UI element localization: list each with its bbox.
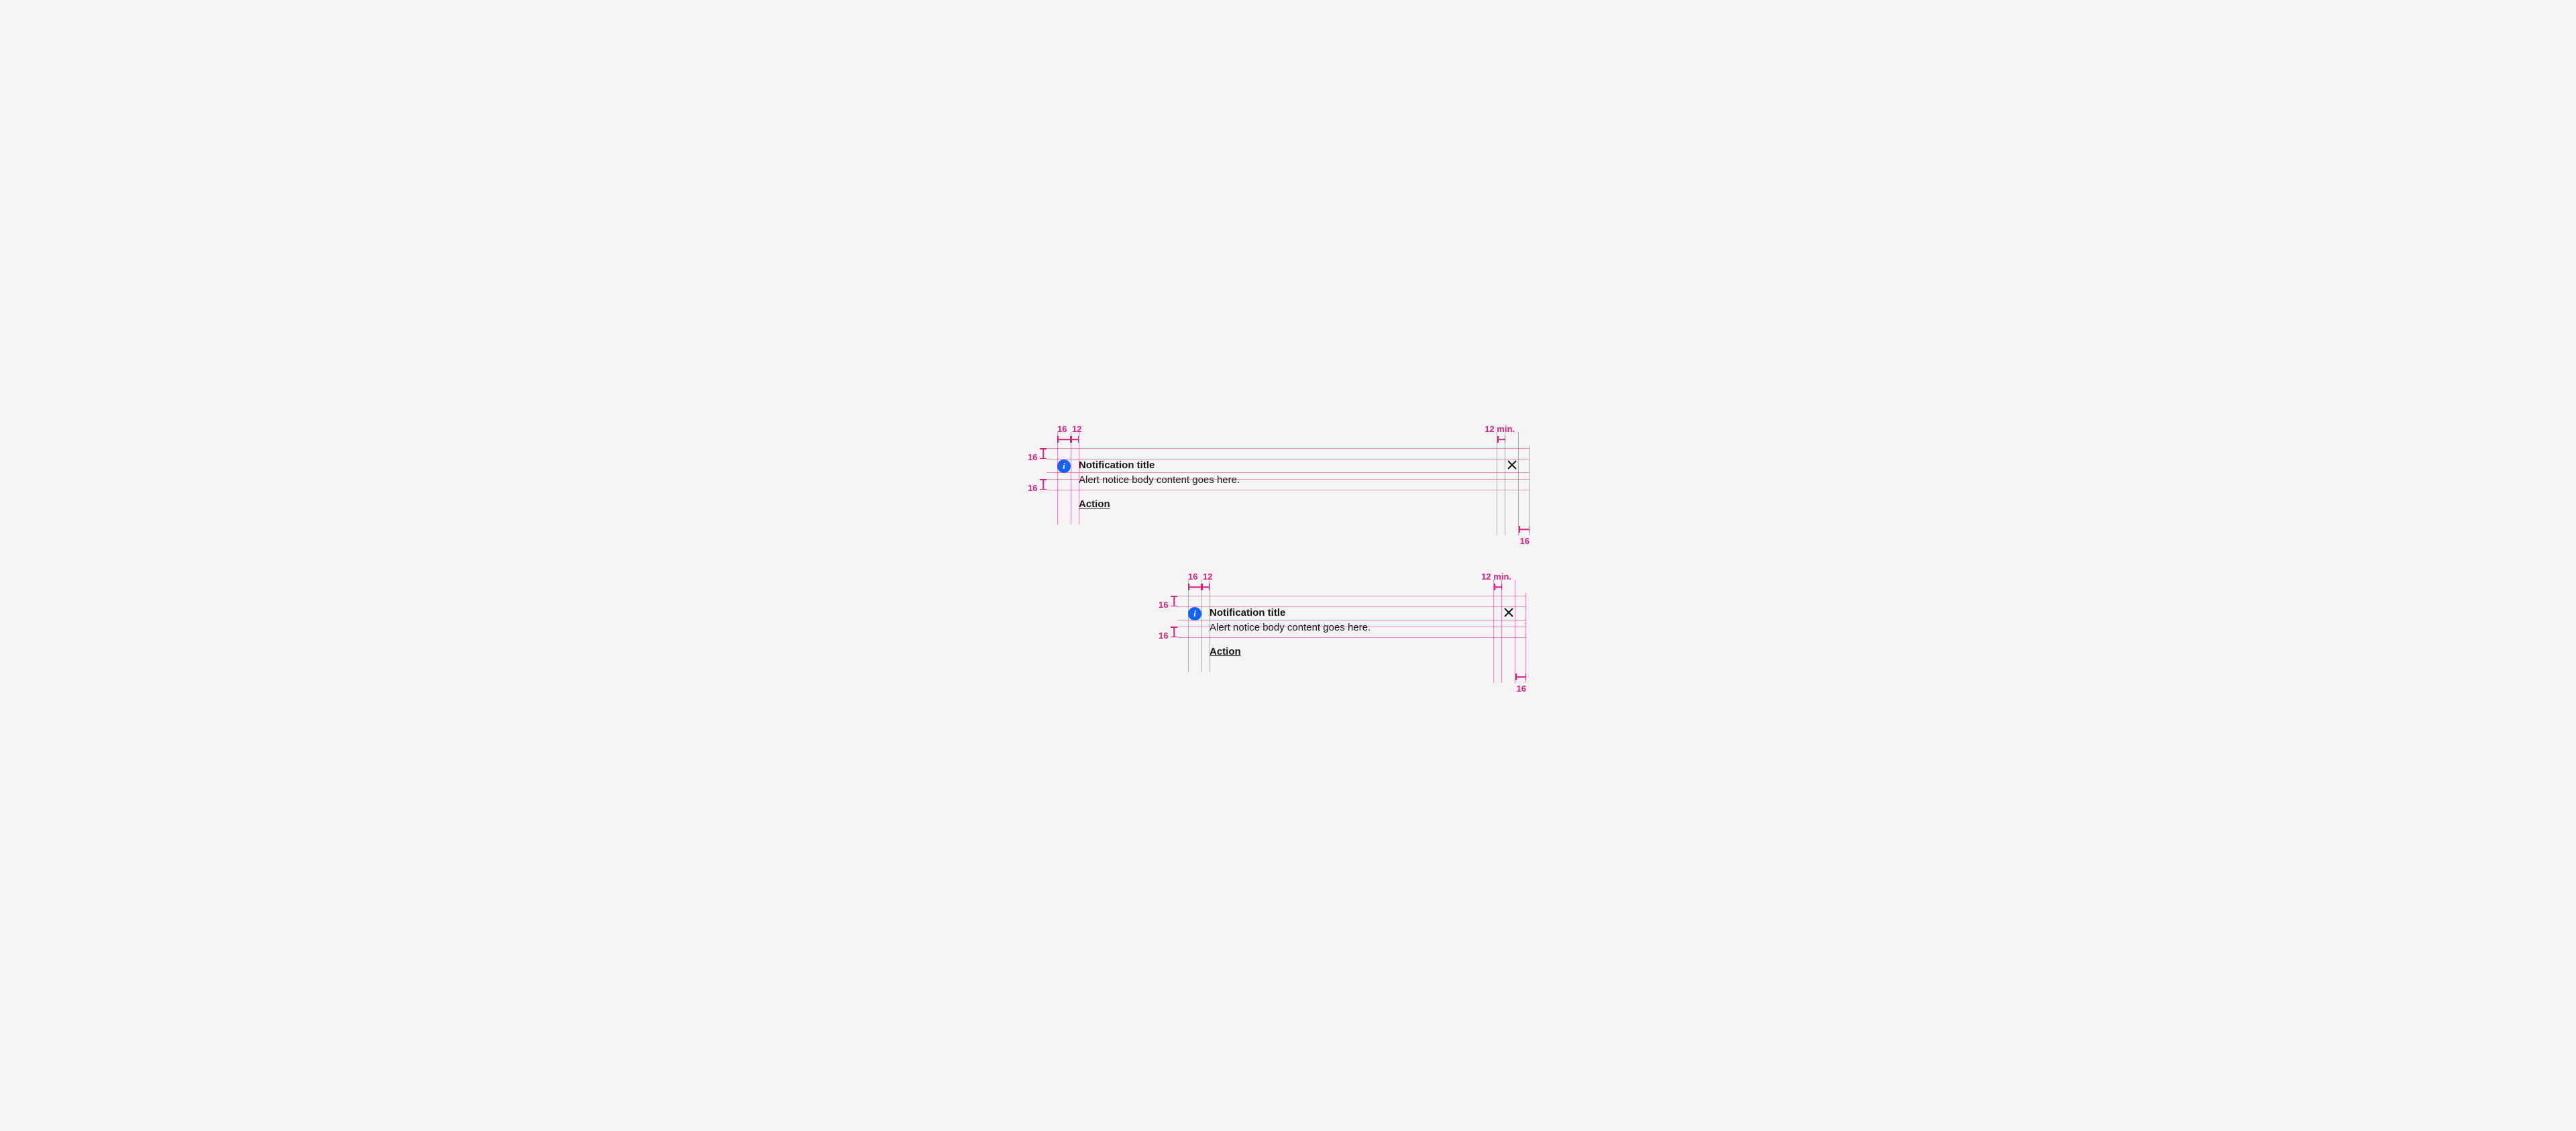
- close-button[interactable]: [1505, 460, 1519, 473]
- notification-title: Notification title: [1210, 606, 1494, 620]
- notification-content: Notification title Alert notice body con…: [1210, 606, 1494, 659]
- notification-spec-narrow: 16 12 16 16 12 min. 16 i Notification ti…: [1177, 596, 1526, 669]
- spec-label-top-pad: 16: [1159, 600, 1168, 610]
- close-icon: [1503, 607, 1514, 621]
- notification-wide: i Notification title Alert notice body c…: [1046, 448, 1529, 522]
- close-button[interactable]: [1502, 607, 1515, 621]
- spec-label-right-pad: 16: [1520, 536, 1529, 546]
- spec-label-icon-left-gap: 16: [1057, 424, 1067, 434]
- notification-content: Notification title Alert notice body con…: [1079, 459, 1497, 511]
- close-icon: [1507, 460, 1517, 474]
- notification-narrow: i Notification title Alert notice body c…: [1177, 596, 1526, 669]
- notification-title: Notification title: [1079, 459, 1497, 472]
- notification-body: Alert notice body content goes here.: [1210, 621, 1494, 635]
- spec-label-action-gap: 16: [1028, 483, 1037, 493]
- spec-label-action-gap: 16: [1159, 631, 1168, 641]
- spec-label-icon-right-gap: 12: [1203, 572, 1212, 582]
- spec-label-close-gap: 12 min.: [1481, 572, 1511, 582]
- spec-label-close-gap: 12 min.: [1485, 424, 1515, 434]
- notification-spec-wide: 16 12 16 16 12 min. 16 i Notification ti…: [1046, 448, 1529, 522]
- info-icon: i: [1057, 460, 1071, 473]
- notification-action-link[interactable]: Action: [1079, 498, 1110, 511]
- spec-label-top-pad: 16: [1028, 452, 1037, 462]
- spec-label-icon-left-gap: 16: [1188, 572, 1197, 582]
- notification-action-link[interactable]: Action: [1210, 645, 1241, 659]
- notification-body: Alert notice body content goes here.: [1079, 474, 1497, 487]
- info-icon: i: [1188, 607, 1201, 621]
- spec-label-icon-right-gap: 12: [1072, 424, 1081, 434]
- spec-label-right-pad: 16: [1517, 684, 1526, 694]
